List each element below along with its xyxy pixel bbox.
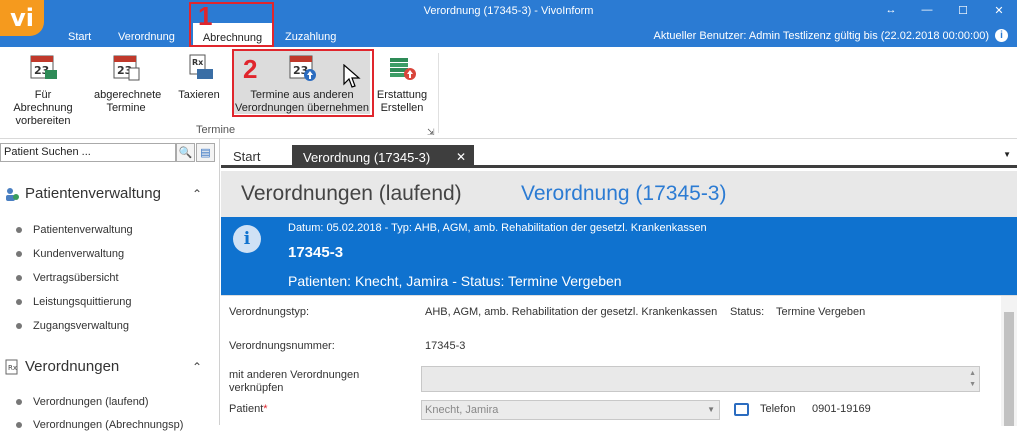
section-patientenverwaltung[interactable]: Patientenverwaltung [4,185,161,202]
patient-card-icon[interactable]: ▤ [196,143,215,162]
prepare-billing-button[interactable]: 23 Für Abrechnung vorbereiten [5,52,81,128]
close-icon[interactable]: ✕ [456,150,466,164]
taxieren-button[interactable]: Rx Taxieren [174,52,224,102]
window-title: Verordnung (17345-3) - VivoInform [423,5,594,17]
tabs-dropdown-icon[interactable]: ▼ [1003,150,1011,159]
patient-select[interactable]: Knecht, Jamira ▼ [421,400,720,420]
menu-tab-zuzahlung[interactable]: Zuzahlung [285,31,336,43]
link-label: mit anderen Verordnungen verknüpfen [229,369,360,394]
window-controls: ↔ — ☐ ✕ [873,0,1017,20]
sidebar-item-verordnungen-laufend[interactable]: Verordnungen (laufend) [16,396,149,408]
section-verordnungen[interactable]: Rx Verordnungen [4,358,119,375]
phone-value: 0901-19169 [812,403,871,415]
vertical-scrollbar[interactable] [1001,296,1017,426]
ribbon: 23 Für Abrechnung vorbereiten 23 abgerec… [0,47,1017,139]
menu-tab-start[interactable]: Start [68,31,91,43]
svg-text:Rx: Rx [8,364,17,372]
link-prescriptions-field[interactable]: ▲ ▼ [421,366,980,392]
type-value: AHB, AGM, amb. Rehabilitation der gesetz… [425,306,718,318]
current-user-label: Aktueller Benutzer: Admin Testlizenz gül… [653,30,990,42]
patient-search-input[interactable]: Patient Suchen ... [0,143,176,162]
collapse-chevron-icon[interactable]: ⌃ [192,187,202,201]
status-label: Status: [730,306,765,318]
billed-appointments-button[interactable]: 23 abgerechnete Termine [94,52,161,115]
scrollbar-thumb[interactable] [1004,312,1014,426]
status-value: Termine Vergeben [776,306,866,318]
sidebar-item-zugangsverwaltung[interactable]: Zugangsverwaltung [16,320,129,332]
scroll-arrows-icon[interactable]: ▲ ▼ [969,368,976,390]
minimize-button[interactable]: — [909,0,945,20]
tab-verordnung[interactable]: Verordnung (17345-3) ✕ [292,145,474,168]
calendar-list-icon: 23 [113,55,140,81]
sidebar: Patient Suchen ... 🔍 ▤ Patientenverwaltu… [0,139,220,431]
prescription-form: Verordnungstyp: AHB, AGM, amb. Rehabilit… [221,295,1017,426]
search-icon[interactable]: 🔍 [176,143,195,162]
ribbon-separator [438,53,439,133]
money-refund-icon [390,58,416,80]
sidebar-item-verordnungen-abrechnung[interactable]: Verordnungen (Abrechnungsp) [16,419,183,431]
info-icon: i [233,225,261,253]
breadcrumb-verordnungen[interactable]: Verordnungen (laufend) [241,182,462,206]
mouse-cursor-icon [343,64,361,88]
sidebar-item-patientenverwaltung[interactable]: Patientenverwaltung [16,224,133,236]
patient-label: Patient* [229,403,268,415]
group-launcher-icon[interactable]: ⇲ [427,127,435,138]
chevron-down-icon[interactable]: ▼ [707,405,715,414]
document-tabs: Start Verordnung (17345-3) ✕ ▼ [221,139,1017,168]
tab-start[interactable]: Start [233,149,260,164]
svg-text:Rx: Rx [192,58,204,67]
patients-icon [6,187,19,201]
rx-printer-icon: Rx [189,54,213,79]
banner-date-type: Datum: 05.02.2018 - Typ: AHB, AGM, amb. … [288,222,707,234]
number-label: Verordnungsnummer: [229,340,335,352]
banner-id: 17345-3 [288,244,344,261]
create-refund-button[interactable]: Erstattung Erstellen [376,52,428,115]
annotation-step-1: 1 [198,1,213,31]
annotation-step-2: 2 [243,54,258,84]
sidebar-item-kundenverwaltung[interactable]: Kundenverwaltung [16,248,124,260]
info-banner: i Datum: 05.02.2018 - Typ: AHB, AGM, amb… [221,217,1017,295]
prescription-icon: Rx [5,359,18,374]
banner-patient-status: Patienten: Knecht, Jamira - Status: Term… [288,273,622,289]
sidebar-item-vertragsuebersicht[interactable]: Vertragsübersicht [16,272,119,284]
menu-tab-verordnung[interactable]: Verordnung [118,31,175,43]
phone-label: Telefon [760,403,796,415]
phone-icon [734,403,749,416]
title-bar: vi Verordnung (17345-3) - VivoInform ↔ —… [0,0,1017,47]
maximize-button[interactable]: ☐ [945,0,981,20]
close-window-button[interactable]: ✕ [981,0,1017,20]
resize-icon[interactable]: ↔ [873,0,909,20]
calendar-money-icon: 23 [30,55,57,79]
info-icon[interactable]: i [995,29,1008,42]
collapse-chevron-icon[interactable]: ⌃ [192,360,202,374]
type-label: Verordnungstyp: [229,306,310,318]
page-header: Verordnungen (laufend) Verordnung (17345… [221,171,1017,217]
ribbon-group-label: Termine [196,124,236,136]
sidebar-item-leistungsquittierung[interactable]: Leistungsquittierung [16,296,131,308]
number-value: 17345-3 [425,340,466,352]
page-title: Verordnung (17345-3) [521,182,727,205]
